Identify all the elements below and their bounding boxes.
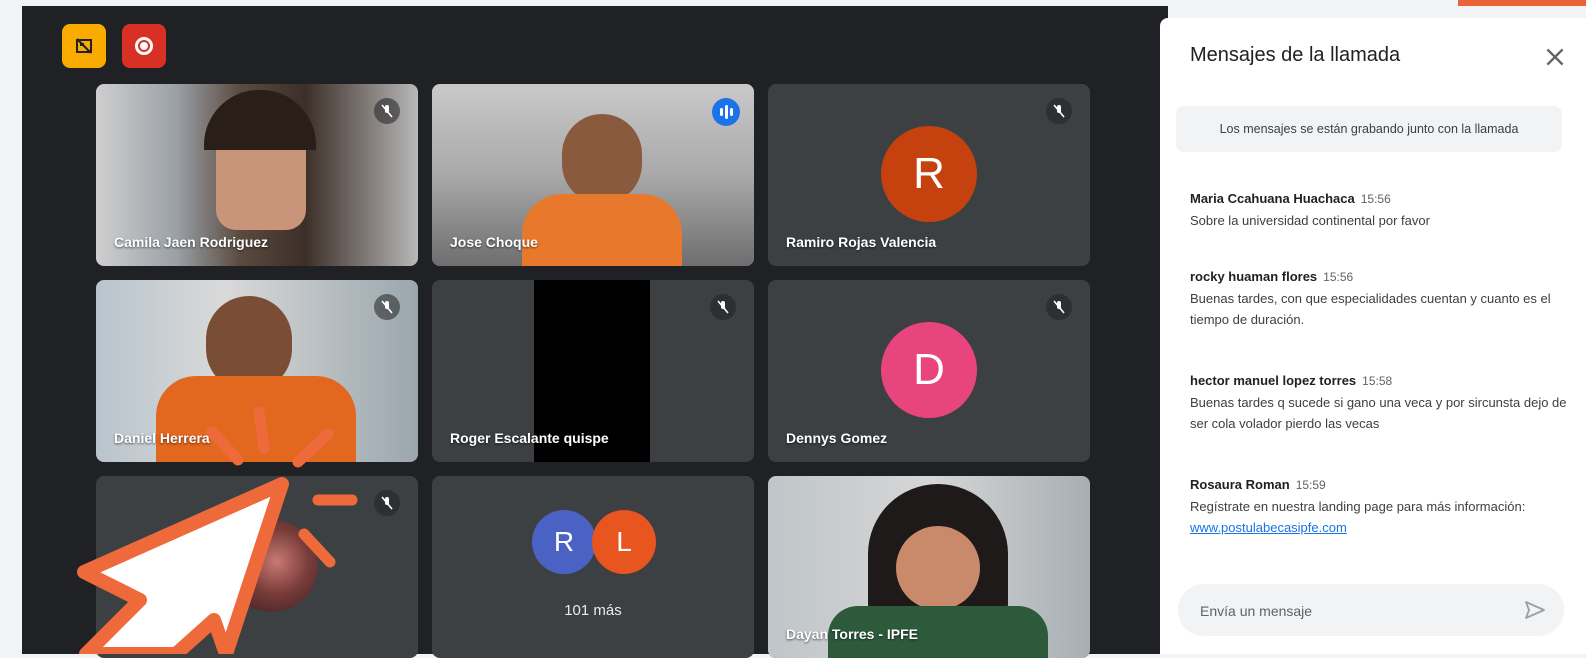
- chat-message: Maria Ccahuana Huachaca 15:56 Sobre la un…: [1190, 188, 1570, 231]
- recording-button[interactable]: [122, 24, 166, 68]
- send-icon[interactable]: [1522, 598, 1548, 622]
- participant-avatar: L: [592, 510, 656, 574]
- more-participants-count: 101 más: [564, 602, 622, 619]
- participant-avatar: D: [881, 322, 977, 418]
- mic-off-icon: [374, 98, 400, 124]
- participant-tile[interactable]: Camila Jaen Rodriguez: [96, 84, 418, 266]
- participant-avatar: R: [881, 126, 977, 222]
- message-time: 15:59: [1295, 478, 1326, 492]
- participant-name: Daniel Herrera: [114, 430, 210, 446]
- chat-title: Mensajes de la llamada: [1190, 44, 1401, 66]
- mic-off-icon: [374, 490, 400, 516]
- chat-message: rocky huaman flores 15:56 Buenas tardes, …: [1190, 266, 1570, 330]
- participant-tile[interactable]: Daniel Herrera: [96, 280, 418, 462]
- participant-photo-avatar: [226, 520, 318, 612]
- layout-toggle-button[interactable]: [62, 24, 106, 68]
- participant-name: Ramiro Rojas Valencia: [786, 234, 937, 250]
- chat-input-bar: [1178, 584, 1564, 636]
- participant-tile[interactable]: D Dennys Gomez: [768, 280, 1090, 462]
- message-text: Sobre la universidad continental por fav…: [1190, 213, 1430, 228]
- no-video-layout-icon: [76, 38, 92, 54]
- participant-name: Dennys Gomez: [786, 430, 888, 446]
- participant-name: Roger Escalante quispe: [450, 430, 609, 446]
- more-participants-tile[interactable]: R L 101 más: [432, 476, 754, 658]
- chat-message-input[interactable]: [1198, 598, 1502, 624]
- participant-tile[interactable]: R Ramiro Rojas Valencia: [768, 84, 1090, 266]
- message-sender: Maria Ccahuana Huachaca: [1190, 191, 1355, 206]
- participant-tile-active[interactable]: Jose Choque: [432, 84, 754, 266]
- message-sender: rocky huaman flores: [1190, 269, 1318, 284]
- decorative-orange-bar: [1458, 0, 1586, 6]
- mic-off-icon: [710, 294, 736, 320]
- message-text: Buenas tardes, con que especialidades cu…: [1190, 291, 1551, 327]
- message-sender: Rosaura Roman: [1190, 477, 1290, 492]
- meeting-stage: Camila Jaen Rodriguez Jose Choque R Rami…: [22, 6, 1168, 658]
- participant-tile[interactable]: Roger Escalante quispe: [432, 280, 754, 462]
- chat-message: hector manuel lopez torres 15:58 Buenas t…: [1190, 370, 1570, 434]
- message-time: 15:56: [1323, 270, 1354, 284]
- participant-tile[interactable]: Dayan Torres - IPFE: [768, 476, 1090, 658]
- participant-name: Dayan Torres - IPFE: [786, 626, 919, 642]
- participant-name: Camila Jaen Rodriguez: [114, 234, 269, 250]
- recording-icon: [135, 37, 153, 55]
- participant-avatar: R: [532, 510, 596, 574]
- message-link[interactable]: www.postulabecasipfe.com: [1190, 520, 1347, 535]
- participant-tile[interactable]: z: [96, 476, 418, 658]
- mic-off-icon: [1046, 294, 1072, 320]
- message-time: 15:58: [1362, 374, 1393, 388]
- participant-name: Jose Choque: [450, 234, 538, 250]
- speaking-indicator-icon: [712, 98, 740, 126]
- message-sender: hector manuel lopez torres: [1190, 373, 1357, 388]
- mic-off-icon: [1046, 98, 1072, 124]
- chat-panel: Mensajes de la llamada Los mensajes se e…: [1160, 18, 1586, 654]
- chat-message: Rosaura Roman 15:59 Regístrate en nuestra…: [1190, 474, 1570, 538]
- message-time: 15:56: [1360, 192, 1391, 206]
- participant-name: z: [226, 626, 233, 642]
- message-text: Buenas tardes q sucede si gano una veca …: [1190, 395, 1567, 431]
- close-icon[interactable]: [1542, 44, 1568, 70]
- mic-off-icon: [374, 294, 400, 320]
- message-text: Regístrate en nuestra landing page para …: [1190, 499, 1526, 514]
- recording-notice: Los mensajes se están grabando junto con…: [1176, 106, 1562, 152]
